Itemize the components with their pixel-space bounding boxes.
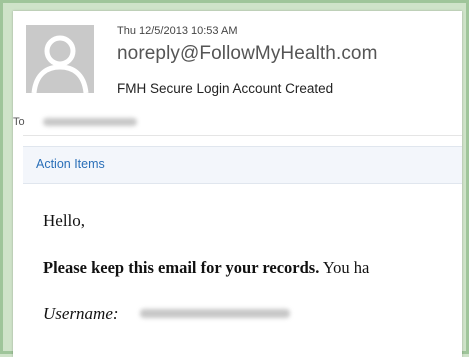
greeting-text: Hello, [43,211,86,230]
records-notice-bold: Please keep this email for your records. [43,258,320,277]
username-label: Username: [43,304,119,323]
action-items-bar[interactable]: Action Items [23,146,462,184]
screenshot-frame: Thu 12/5/2013 10:53 AM noreply@FollowMyH… [0,0,469,357]
redacted-username [140,309,290,318]
email-subject: FMH Secure Login Account Created [117,81,334,96]
records-notice-rest: You ha [319,258,370,277]
email-sender[interactable]: noreply@FollowMyHealth.com [117,43,378,65]
redacted-recipient[interactable] [43,118,137,126]
person-placeholder-icon [26,25,94,93]
to-label: To [13,116,25,128]
sender-avatar [26,25,94,93]
header-divider [23,135,462,136]
records-notice: Please keep this email for your records.… [43,258,369,278]
email-reading-pane: Thu 12/5/2013 10:53 AM noreply@FollowMyH… [13,11,462,357]
email-datetime: Thu 12/5/2013 10:53 AM [117,25,238,37]
recipient-row: To [13,112,453,132]
action-items-link[interactable]: Action Items [36,157,105,171]
